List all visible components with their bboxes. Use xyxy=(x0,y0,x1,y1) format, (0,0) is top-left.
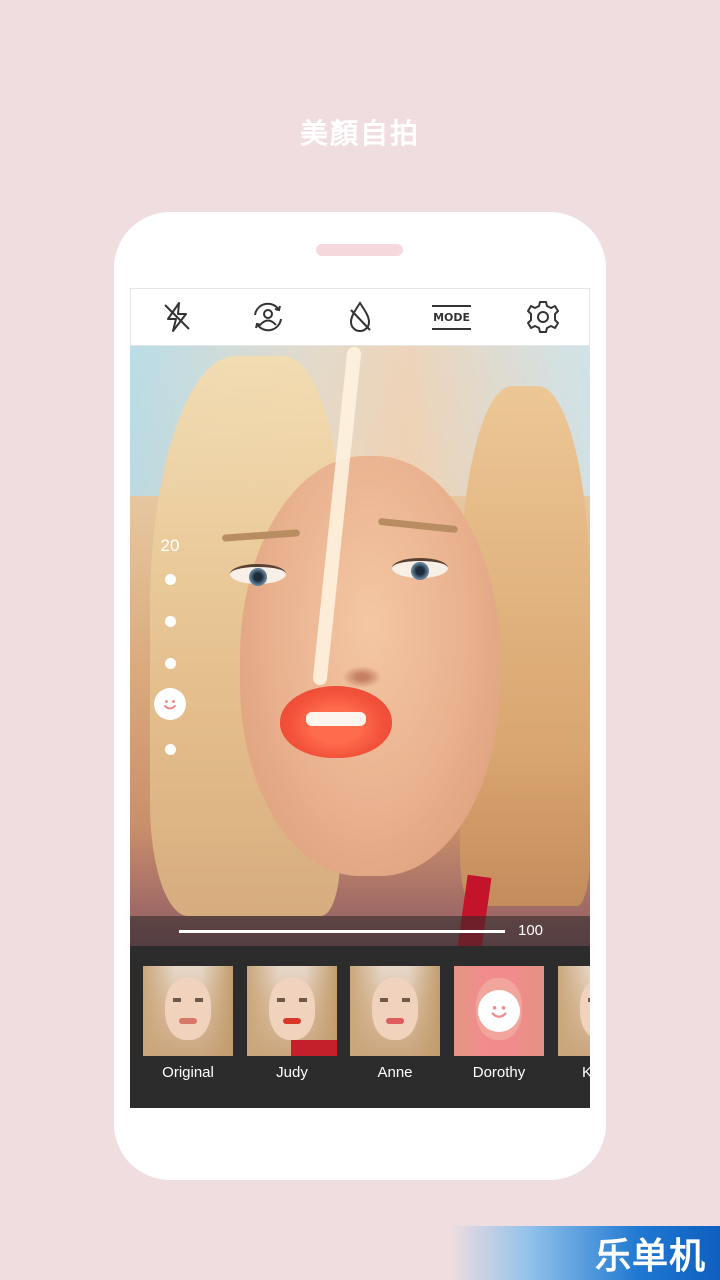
beauty-level-selector: 20 xyxy=(144,536,196,776)
drop-icon xyxy=(349,301,371,332)
filter-anne[interactable]: Anne xyxy=(350,966,440,1081)
beauty-level-dot[interactable] xyxy=(165,574,176,585)
camera-toolbar: MODE xyxy=(130,288,590,346)
app-screen: MODE 20 100 Original Judy Anne Dorothy K xyxy=(130,288,590,1108)
filter-thumbnail xyxy=(247,966,337,1056)
slider-track[interactable] xyxy=(179,930,505,933)
beauty-level-current[interactable] xyxy=(154,688,186,720)
filter-thumbnail-selected xyxy=(454,966,544,1056)
selected-smile-icon xyxy=(478,990,520,1032)
filter-label: Original xyxy=(162,1064,214,1081)
filter-k[interactable]: K xyxy=(558,966,590,1081)
settings-icon xyxy=(527,301,560,333)
filter-thumbnail xyxy=(558,966,590,1056)
smile-icon xyxy=(164,700,176,710)
beauty-level-value: 20 xyxy=(160,536,180,555)
beauty-level-dot[interactable] xyxy=(165,658,176,669)
filter-judy[interactable]: Judy xyxy=(247,966,337,1081)
switch-camera-button[interactable] xyxy=(244,293,292,341)
beauty-level-dot[interactable] xyxy=(165,616,176,627)
filter-thumbnail xyxy=(350,966,440,1056)
flash-off-icon xyxy=(164,302,190,332)
camera-preview[interactable]: 20 xyxy=(130,346,590,946)
slider-value: 100 xyxy=(518,922,544,939)
filter-strip[interactable]: Original Judy Anne Dorothy K xyxy=(130,946,590,1108)
filter-dorothy[interactable]: Dorothy xyxy=(454,966,544,1081)
switch-camera-icon xyxy=(254,302,283,332)
mode-label: MODE xyxy=(433,310,471,324)
filter-label: K xyxy=(582,1064,590,1081)
color-filter-button[interactable] xyxy=(336,293,384,341)
filter-label: Anne xyxy=(377,1064,413,1081)
promo-headline: 美顏自拍 xyxy=(299,117,420,150)
filter-thumbnail xyxy=(143,966,233,1056)
mode-icon: MODE xyxy=(432,304,472,330)
phone-speaker xyxy=(316,244,403,256)
intensity-slider[interactable]: 100 xyxy=(130,916,590,946)
beauty-level-dot[interactable] xyxy=(165,744,176,755)
mode-button[interactable]: MODE xyxy=(428,293,476,341)
settings-button[interactable] xyxy=(519,293,567,341)
watermark-text: 乐单机 xyxy=(594,1236,706,1277)
flash-toggle-button[interactable] xyxy=(153,293,201,341)
filter-label: Judy xyxy=(276,1064,308,1081)
filter-original[interactable]: Original xyxy=(143,966,233,1081)
watermark-logo: 乐单机 xyxy=(450,1226,720,1280)
filter-label: Dorothy xyxy=(472,1064,526,1081)
